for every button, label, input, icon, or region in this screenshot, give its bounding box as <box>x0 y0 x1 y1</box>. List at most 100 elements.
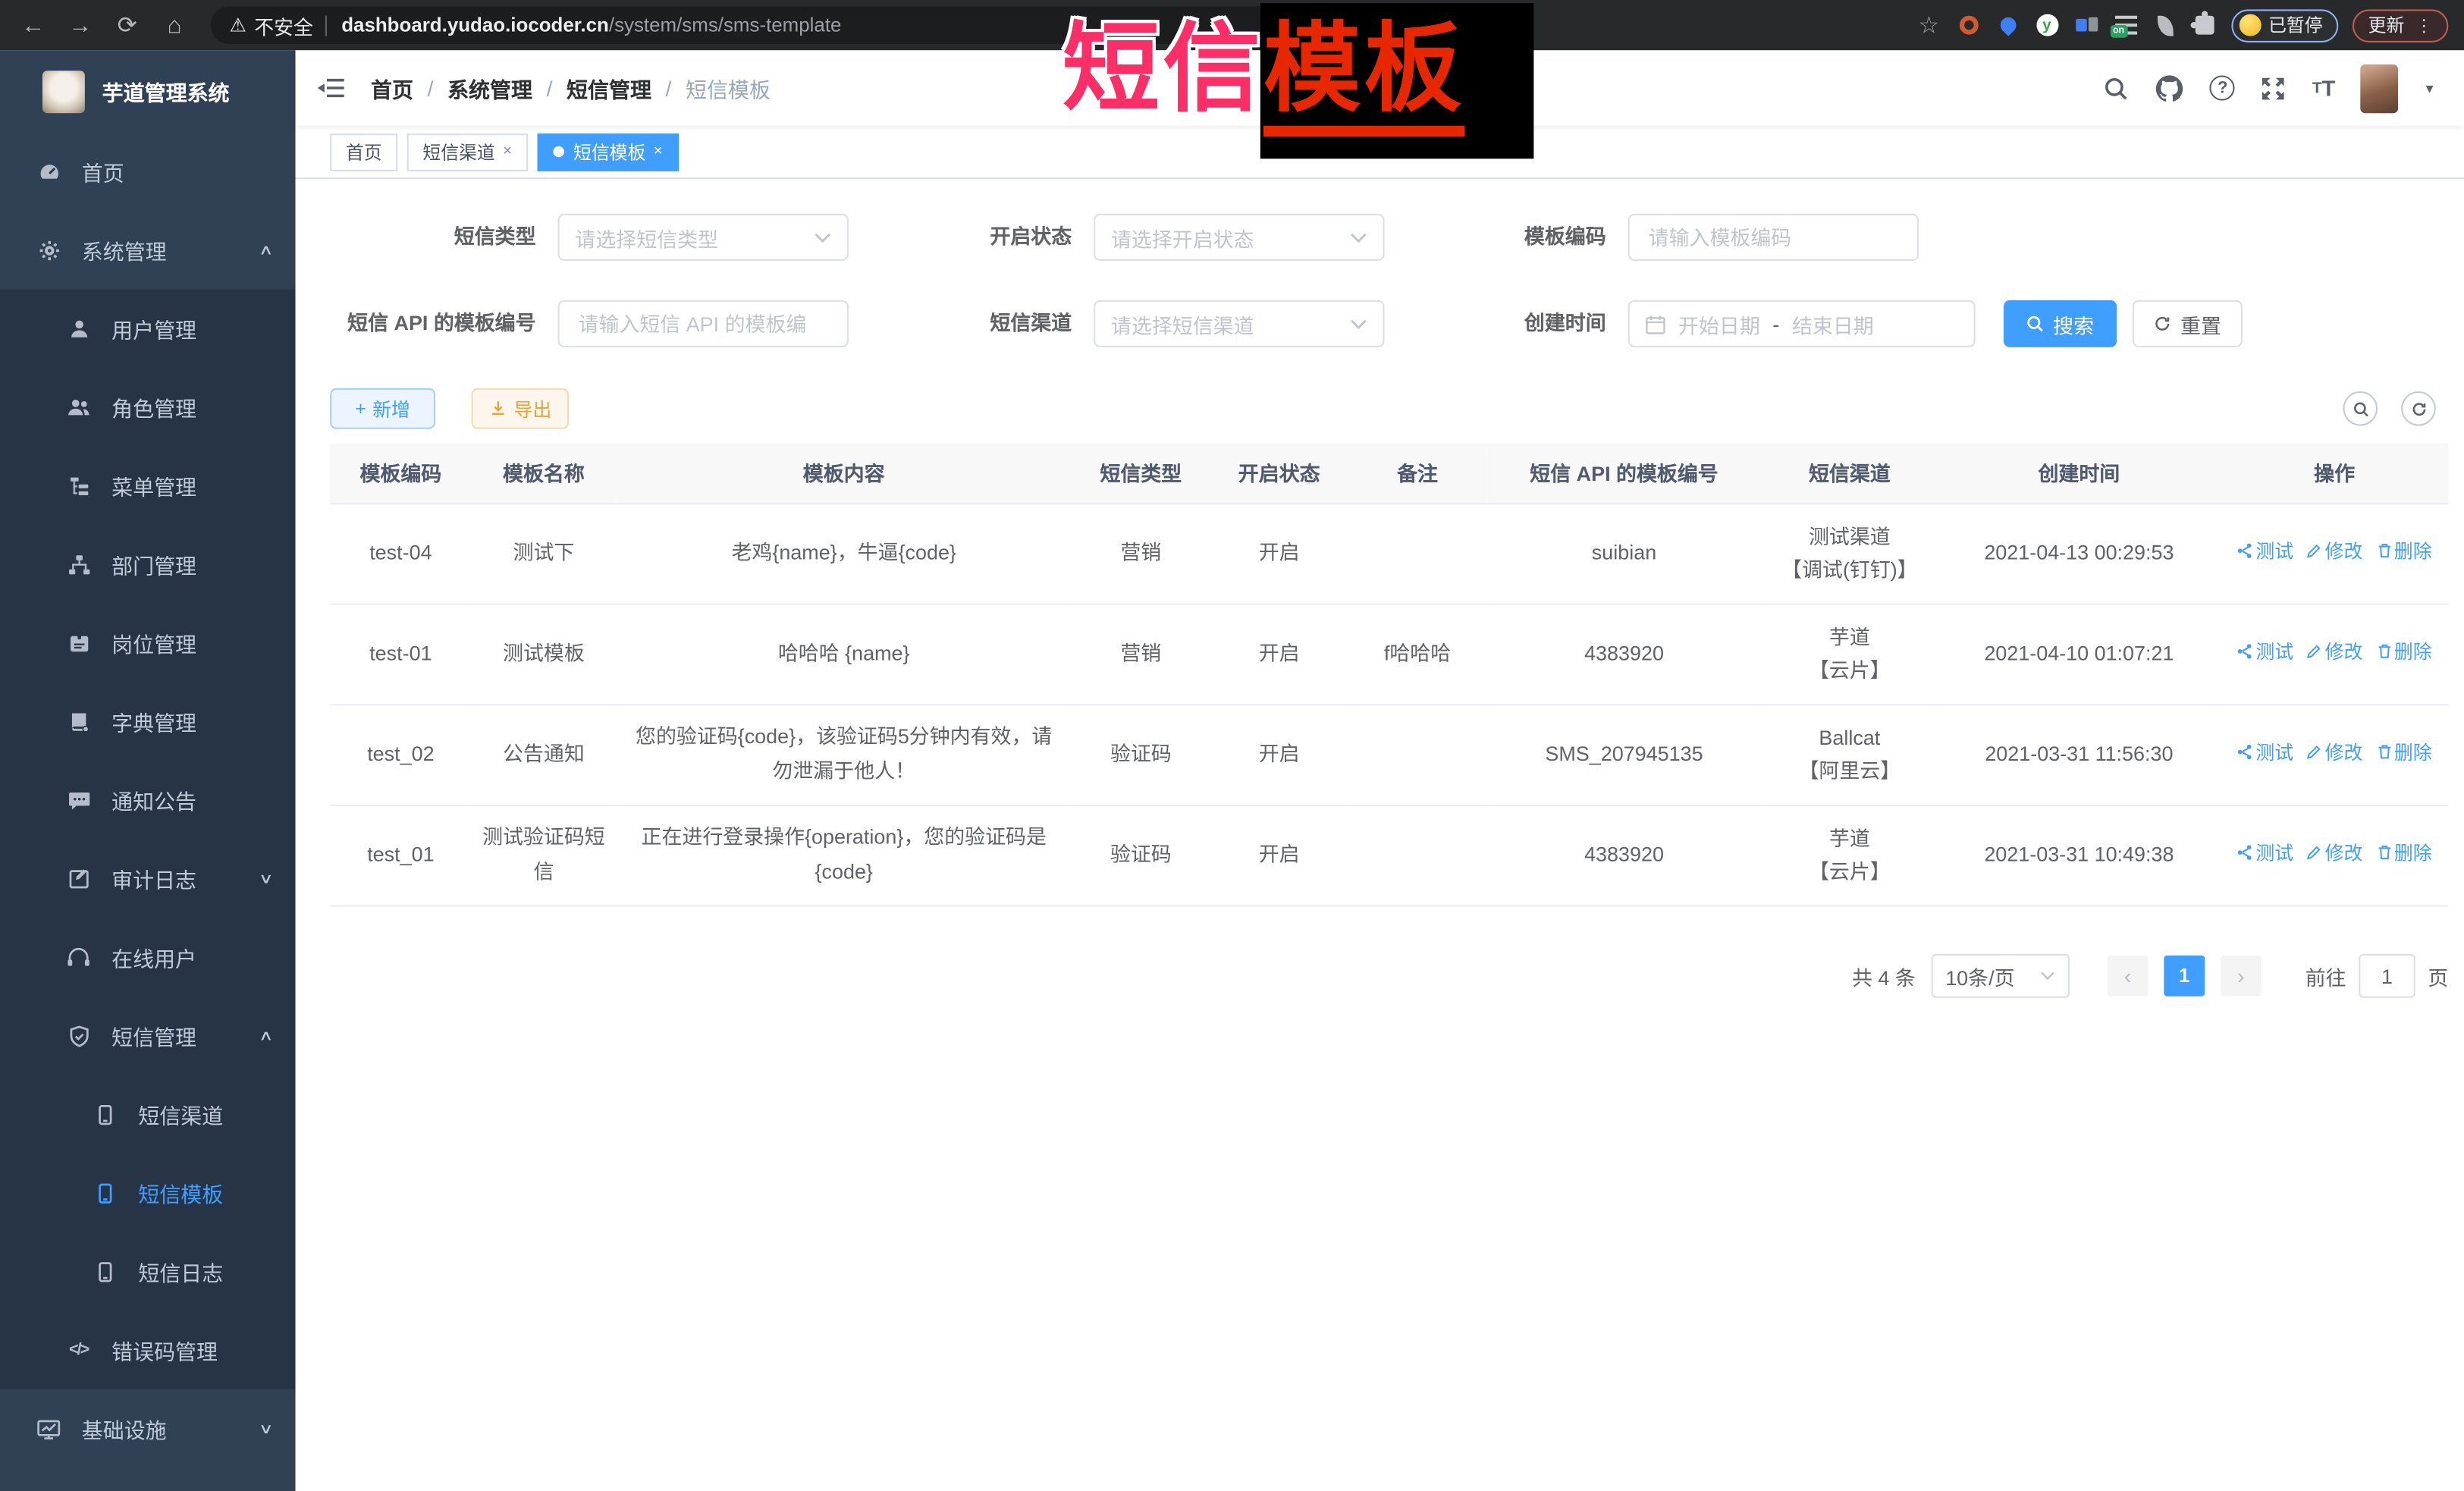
app-logo-row[interactable]: 芋道管理系统 <box>0 50 296 132</box>
extension-y-icon[interactable]: y <box>2034 13 2059 38</box>
chevron-down-icon <box>1350 319 1367 330</box>
sidebar-item-sms-channel[interactable]: 短信渠道 <box>0 1075 296 1154</box>
trash-icon <box>2375 643 2393 661</box>
bookmark-star-icon[interactable]: ☆ <box>1916 13 1941 38</box>
paused-badge[interactable]: 已暂停 <box>2230 8 2338 42</box>
sidebar-item-sms-management[interactable]: 短信管理 ∧ <box>0 997 296 1075</box>
plus-icon: + <box>355 397 366 419</box>
update-button[interactable]: 更新 ⋮ <box>2353 8 2448 42</box>
test-link[interactable]: 测试 <box>2237 837 2294 869</box>
edit-link[interactable]: 修改 <box>2306 535 2363 567</box>
sidebar-item-post-management[interactable]: 岗位管理 <box>0 604 296 683</box>
sidebar-item-home[interactable]: 首页 <box>0 132 296 211</box>
address-bar[interactable]: ⚠ 不安全 dashboard.yudao.iocoder.cn/system/… <box>211 6 1405 44</box>
menu-tree-icon <box>63 474 94 498</box>
sidebar-collapse-icon[interactable] <box>318 75 346 100</box>
sidebar-item-dept-management[interactable]: 部门管理 <box>0 525 296 604</box>
delete-link[interactable]: 删除 <box>2375 736 2432 768</box>
font-size-icon[interactable]: TT <box>2312 75 2335 100</box>
sidebar-item-dict-management[interactable]: 字典管理 <box>0 682 296 761</box>
template-code-input[interactable] <box>1645 224 1901 250</box>
search-button[interactable]: 搜索 <box>2004 300 2117 347</box>
search-icon[interactable] <box>2103 74 2130 101</box>
pencil-icon <box>2306 844 2324 862</box>
breadcrumb-current: 短信模板 <box>686 72 771 103</box>
fullscreen-icon[interactable] <box>2261 74 2287 101</box>
sidebar-item-sms-log[interactable]: 短信日志 <box>0 1232 296 1311</box>
extension-squares-icon[interactable] <box>2073 13 2098 38</box>
status-select[interactable]: 请选择开启状态 <box>1094 214 1384 261</box>
extension-pin-icon[interactable] <box>1995 13 2020 38</box>
sidebar-item-infrastructure[interactable]: 基础设施 ∨ <box>0 1389 296 1468</box>
edit-link[interactable]: 修改 <box>2306 636 2363 667</box>
extension-feather-icon[interactable] <box>2152 13 2177 38</box>
breadcrumb-home[interactable]: 首页 <box>371 72 413 103</box>
breadcrumb-sms[interactable]: 短信管理 <box>567 72 651 103</box>
page-size-select[interactable]: 10条/页 <box>1932 954 2070 998</box>
sidebar-item-online-users[interactable]: 在线用户 <box>0 918 296 997</box>
download-icon <box>488 399 507 418</box>
url-divider <box>326 15 328 36</box>
search-icon <box>2026 314 2045 333</box>
browser-home-icon[interactable]: ⌂ <box>157 12 192 39</box>
badge-icon <box>63 631 94 654</box>
test-link[interactable]: 测试 <box>2237 636 2294 667</box>
search-icon <box>2352 400 2369 417</box>
trash-icon <box>2375 844 2393 862</box>
refresh-table-button[interactable] <box>2401 391 2436 426</box>
api-template-id-input[interactable] <box>575 310 831 337</box>
kebab-menu-icon[interactable]: ⋮ <box>2415 15 2433 36</box>
close-icon[interactable]: × <box>503 143 512 161</box>
avatar[interactable] <box>2360 64 2398 112</box>
sidebar-item-notice-announcement[interactable]: 通知公告 <box>0 761 296 840</box>
template-code-field-wrap <box>1628 214 1919 261</box>
channel-select[interactable]: 请选择短信渠道 <box>1094 300 1384 347</box>
tab-sms-template[interactable]: 短信模板 × <box>537 133 678 171</box>
extensions-puzzle-icon[interactable] <box>2192 13 2217 38</box>
sms-type-select[interactable]: 请选择短信类型 <box>558 214 849 261</box>
table-row: test_02 公告通知 您的验证码{code}，该验证码5分钟内有效，请勿泄漏… <box>330 704 2448 805</box>
add-button[interactable]: + 新增 <box>330 388 435 429</box>
warning-icon: ⚠ <box>230 14 246 36</box>
help-icon[interactable]: ? <box>2210 75 2235 100</box>
edit-link[interactable]: 修改 <box>2306 736 2363 768</box>
goto-page-input[interactable] <box>2359 954 2415 998</box>
breadcrumb-system[interactable]: 系统管理 <box>447 72 532 103</box>
user-icon <box>63 317 94 341</box>
test-link[interactable]: 测试 <box>2237 736 2294 768</box>
template-code-label: 模板编码 <box>1485 214 1606 261</box>
page-number-1[interactable]: 1 <box>2164 956 2205 997</box>
chevron-up-icon: ∧ <box>259 241 275 259</box>
extension-list-icon[interactable]: on <box>2113 13 2138 38</box>
browser-forward-icon[interactable]: → <box>63 12 98 39</box>
delete-link[interactable]: 删除 <box>2375 535 2432 567</box>
sidebar-item-error-code-management[interactable]: </> 错误码管理 <box>0 1311 296 1389</box>
tab-home[interactable]: 首页 <box>330 133 397 171</box>
delete-link[interactable]: 删除 <box>2375 636 2432 667</box>
sidebar-item-user-management[interactable]: 用户管理 <box>0 289 296 368</box>
tab-sms-channel[interactable]: 短信渠道 × <box>407 133 528 171</box>
prev-page-button[interactable]: ‹ <box>2108 956 2149 997</box>
edit-link[interactable]: 修改 <box>2306 837 2363 869</box>
reset-button[interactable]: 重置 <box>2133 300 2243 347</box>
sidebar-item-menu-management[interactable]: 菜单管理 <box>0 446 296 525</box>
main-content: 短信类型 请选择短信类型 开启状态 请选择开启状态 模板编码 短信 API 的模… <box>296 179 2464 1491</box>
chevron-down-icon[interactable]: ▼ <box>2423 81 2435 96</box>
pagination: 共 4 条 10条/页 ‹ 1 › 前往 页 <box>1852 954 2448 998</box>
close-icon[interactable]: × <box>654 143 663 161</box>
next-page-button[interactable]: › <box>2221 956 2262 997</box>
test-link[interactable]: 测试 <box>2237 535 2294 567</box>
page-unit-label: 页 <box>2428 961 2448 990</box>
github-icon[interactable] <box>2155 73 2185 102</box>
extension-ring-icon[interactable] <box>1956 13 1981 38</box>
browser-back-icon[interactable]: ← <box>16 12 51 39</box>
sidebar-item-audit-log[interactable]: 审计日志 ∨ <box>0 840 296 918</box>
delete-link[interactable]: 删除 <box>2375 837 2432 869</box>
date-range-picker[interactable]: 开始日期 - 结束日期 <box>1628 300 1976 347</box>
sidebar-item-system-management[interactable]: 系统管理 ∧ <box>0 211 296 290</box>
browser-reload-icon[interactable]: ⟳ <box>110 11 145 39</box>
sidebar-item-sms-template[interactable]: 短信模板 <box>0 1154 296 1232</box>
toggle-search-button[interactable] <box>2343 391 2378 426</box>
sidebar-item-role-management[interactable]: 角色管理 <box>0 368 296 447</box>
export-button[interactable]: 导出 <box>472 388 569 429</box>
